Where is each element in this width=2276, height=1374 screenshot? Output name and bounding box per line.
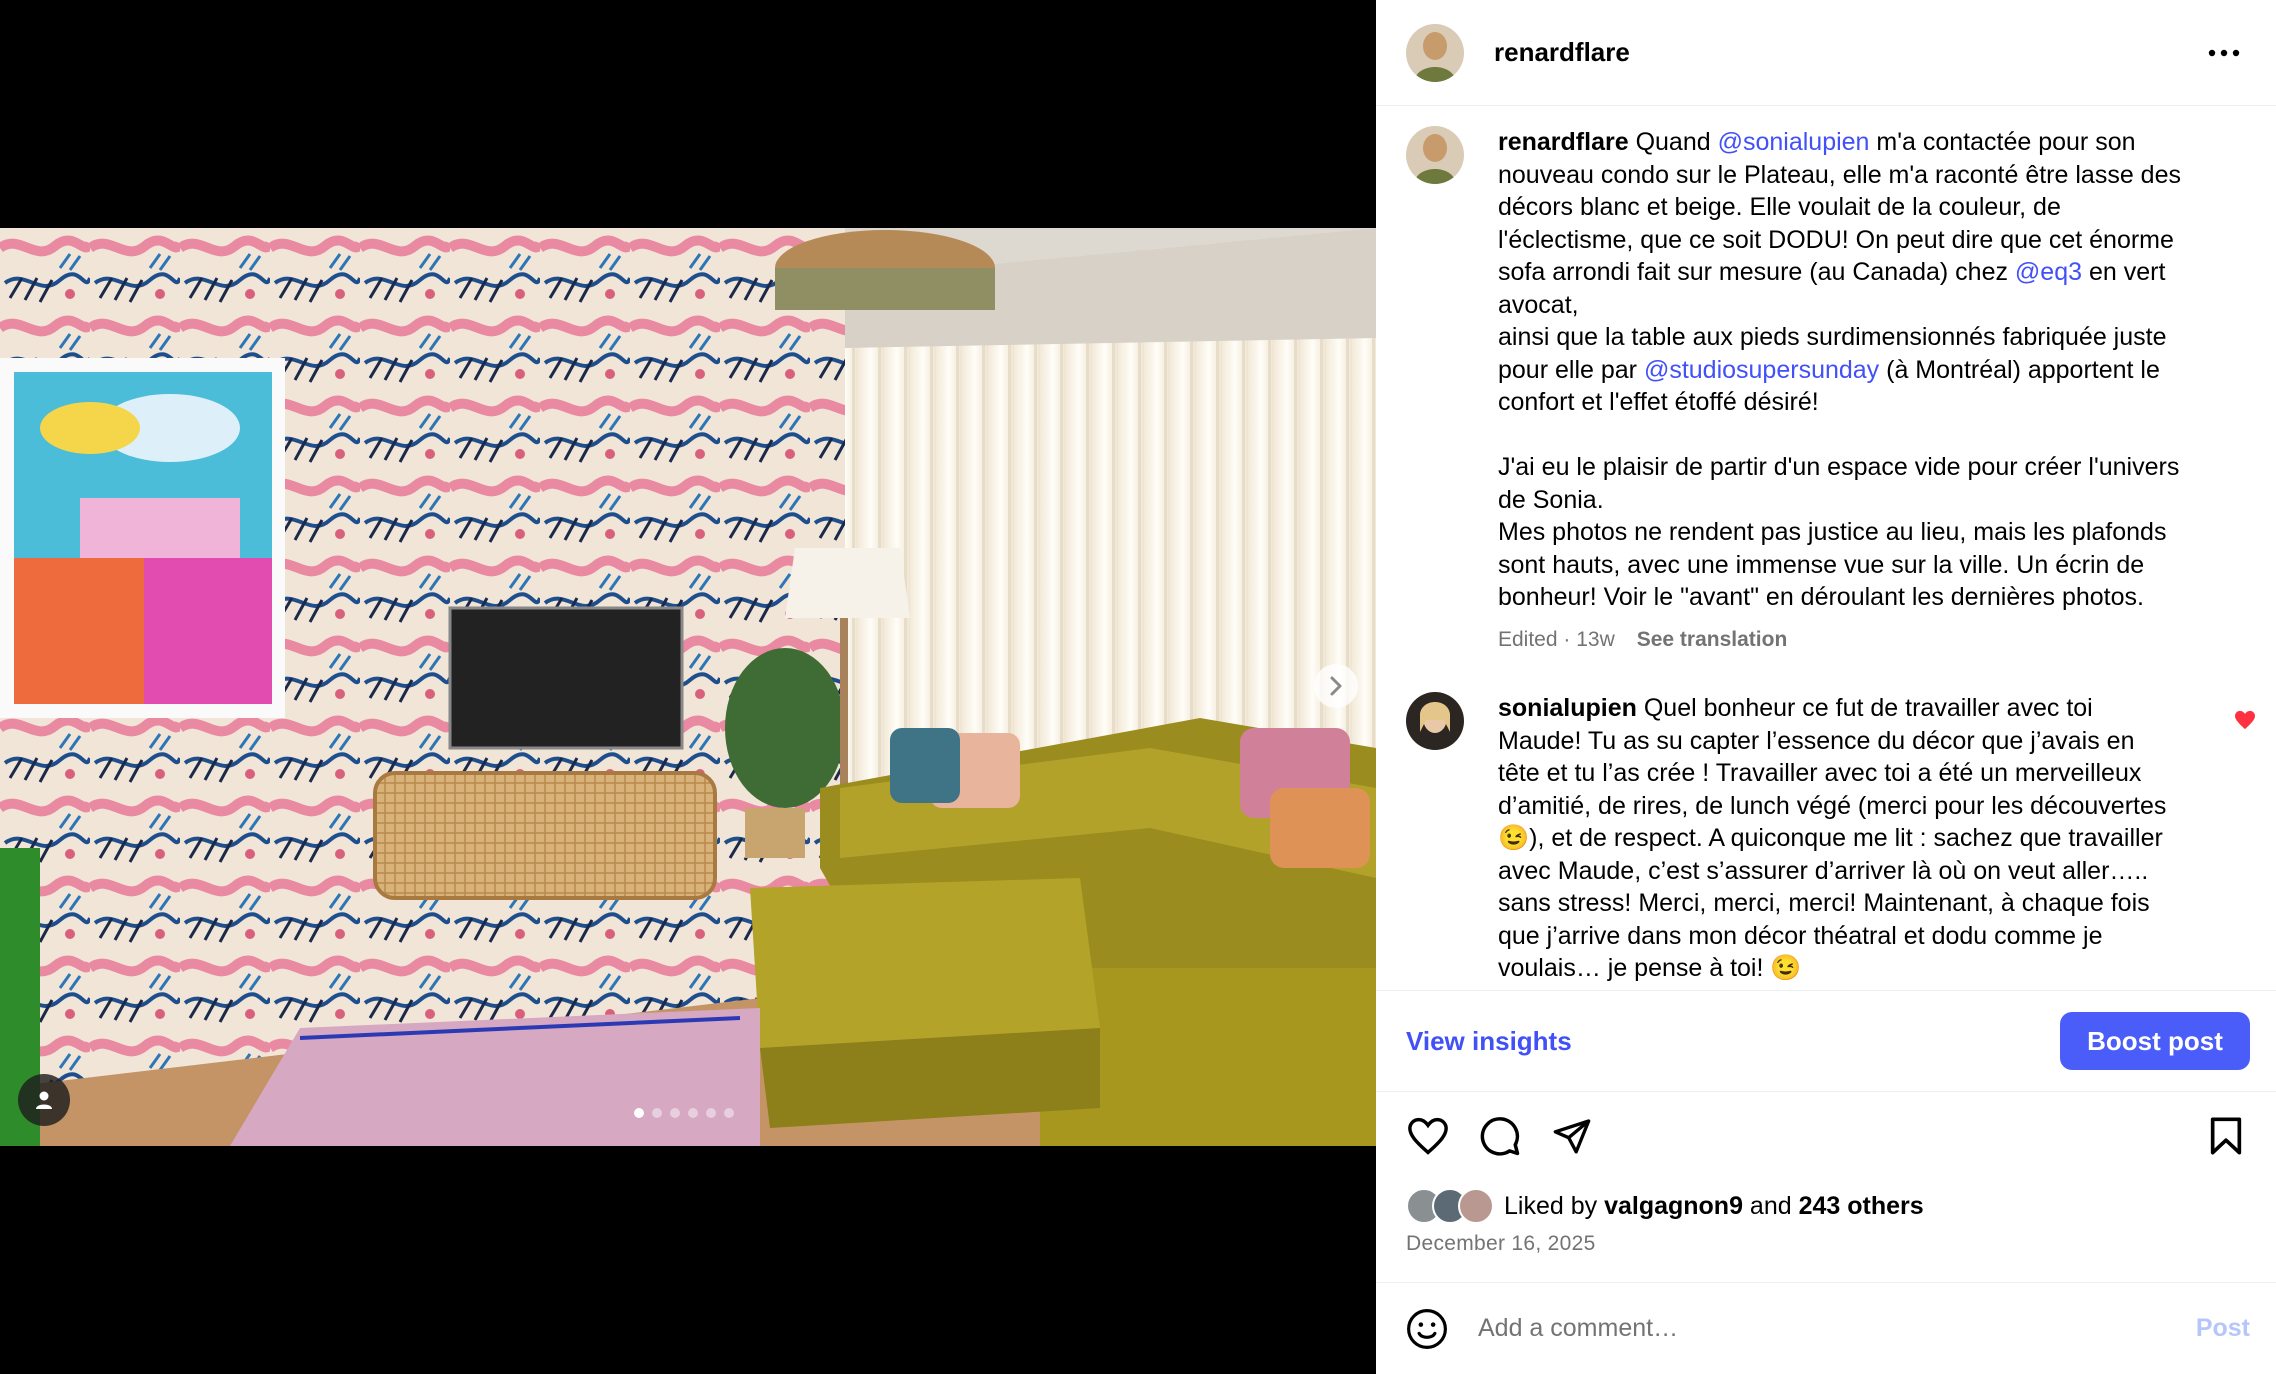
carousel-dot	[652, 1108, 662, 1118]
add-comment-input[interactable]: Add a comment…	[1478, 1314, 2196, 1343]
carousel-dot	[634, 1108, 644, 1118]
author-avatar-image	[1406, 126, 1464, 184]
emoji-icon[interactable]	[1406, 1308, 1448, 1350]
mention-link[interactable]: @studiosupersunday	[1644, 356, 1879, 384]
comment-button[interactable]	[1476, 1112, 1524, 1160]
living-room-photo	[0, 228, 1376, 1146]
comment-icon	[1480, 1117, 1520, 1156]
caption-meta: Edited · 13w See translation	[1498, 624, 2226, 657]
add-comment-bar: Add a comment… Post	[1376, 1282, 2276, 1374]
likes-conjunction: and	[1742, 1191, 1799, 1220]
post-header: renardflare	[1376, 0, 2276, 106]
boost-post-button[interactable]: Boost post	[2060, 1012, 2250, 1070]
liker-avatar	[1458, 1188, 1494, 1224]
next-slide-button[interactable]	[1314, 664, 1358, 708]
save-button[interactable]	[2202, 1112, 2250, 1160]
liker-avatars	[1406, 1188, 1498, 1224]
post-side-panel: renardflare renardflare Quand @sonialupi…	[1376, 0, 2276, 1374]
comments-section: renardflare Quand @sonialupien m'a conta…	[1376, 106, 2276, 990]
caption-body: renardflare Quand @sonialupien m'a conta…	[1498, 126, 2226, 656]
carousel-indicator	[634, 1108, 734, 1118]
see-translation-link[interactable]: See translation	[1637, 624, 1788, 657]
commenter-avatar[interactable]	[1406, 692, 1464, 750]
comment-like-button[interactable]	[2234, 710, 2256, 735]
like-button[interactable]	[1404, 1112, 1452, 1160]
carousel-dot	[688, 1108, 698, 1118]
caption-text: (à Montréal) apportent le confort et l'e…	[1498, 355, 2180, 612]
commenter-avatar-image	[1406, 692, 1464, 750]
more-options-button[interactable]	[2204, 38, 2244, 68]
caption-text: Quand	[1635, 128, 1718, 156]
comment-username[interactable]: sonialupien	[1498, 694, 1637, 722]
insights-bar: View insights Boost post	[1376, 990, 2276, 1092]
post-actions	[1376, 1112, 2276, 1168]
carousel-dot	[706, 1108, 716, 1118]
likes-text[interactable]: Liked by valgagnon9 and 243 others	[1504, 1192, 1924, 1221]
post-date: December 16, 2025	[1406, 1232, 1596, 1255]
share-button[interactable]	[1548, 1112, 1596, 1160]
tagged-users-button[interactable]	[18, 1074, 70, 1126]
caption-edited-time: Edited · 13w	[1498, 627, 1615, 651]
heart-filled-icon	[2235, 710, 2255, 730]
caption: renardflare Quand @sonialupien m'a conta…	[1406, 126, 2226, 656]
carousel-dot	[670, 1108, 680, 1118]
post-photo[interactable]	[0, 228, 1376, 1146]
comment-body: sonialupien Quel bonheur ce fut de trava…	[1498, 692, 2226, 985]
author-avatar[interactable]	[1406, 23, 1464, 82]
comment: sonialupien Quel bonheur ce fut de trava…	[1406, 692, 2226, 985]
chevron-right-icon	[1330, 676, 1342, 696]
post-comment-button[interactable]: Post	[2196, 1314, 2250, 1343]
mention-link[interactable]: @eq3	[2015, 258, 2082, 286]
carousel-dot	[724, 1108, 734, 1118]
likes-others-count[interactable]: 243 others	[1799, 1192, 1924, 1220]
likes-summary: Liked by valgagnon9 and 243 others	[1406, 1188, 1924, 1224]
author-username[interactable]: renardflare	[1494, 37, 1630, 68]
view-insights-link[interactable]: View insights	[1406, 1026, 1572, 1057]
author-avatar-image	[1406, 23, 1464, 82]
person-icon	[36, 1091, 52, 1109]
first-liker-username[interactable]: valgagnon9	[1604, 1192, 1743, 1220]
mention-link[interactable]: @sonialupien	[1718, 128, 1870, 156]
bookmark-icon	[2210, 1117, 2242, 1155]
likes-prefix: Liked by	[1504, 1191, 1605, 1220]
media-pane	[0, 0, 1376, 1374]
caption-username[interactable]: renardflare	[1498, 128, 1629, 156]
caption-author-avatar[interactable]	[1406, 126, 1464, 184]
comment-text: Quel bonheur ce fut de travailler avec t…	[1498, 694, 2167, 982]
more-horizontal-icon	[2208, 49, 2240, 57]
send-icon	[1553, 1119, 1591, 1154]
heart-icon	[1408, 1117, 1448, 1155]
